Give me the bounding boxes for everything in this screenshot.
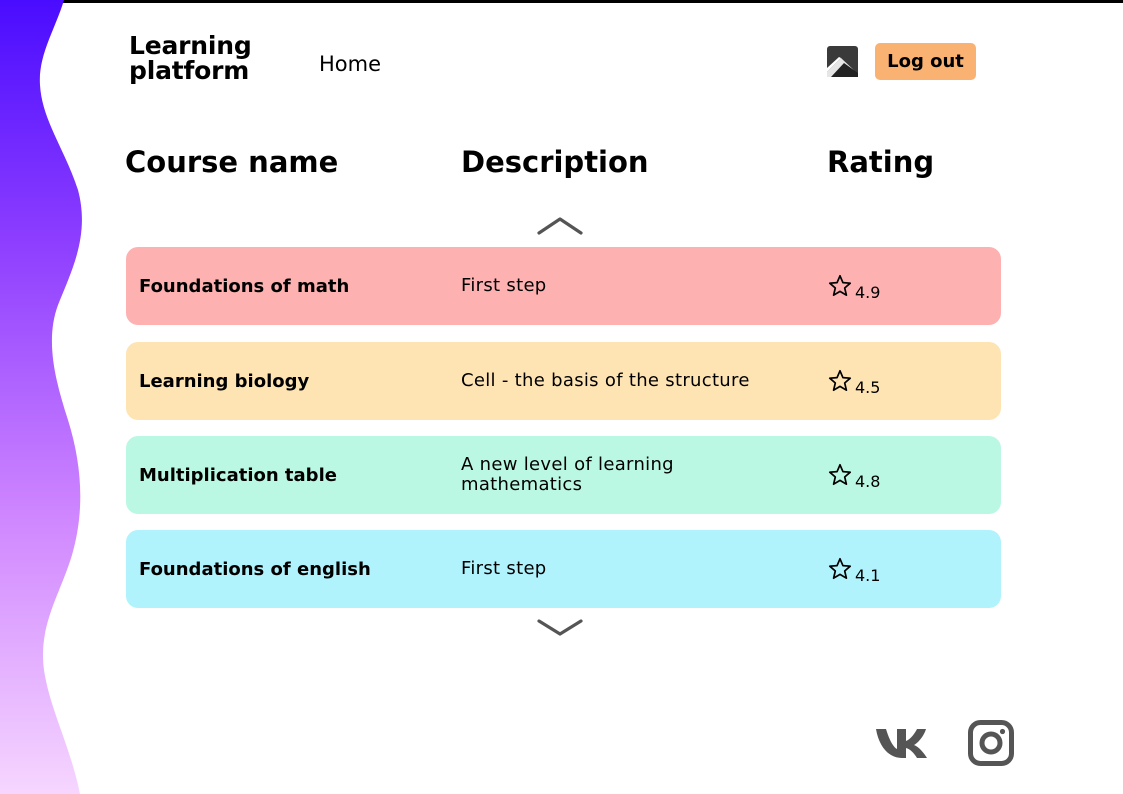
course-rating: 4.1 <box>828 556 881 585</box>
nav-home-link[interactable]: Home <box>319 52 381 76</box>
vk-icon[interactable] <box>874 727 928 760</box>
course-rating: 4.8 <box>828 462 881 491</box>
course-description: A new level of learning mathematics <box>461 454 674 495</box>
rating-value: 4.5 <box>855 378 881 397</box>
course-name: Foundations of english <box>139 558 371 580</box>
rating-value: 4.9 <box>855 283 881 302</box>
course-row[interactable]: Multiplication table A new level of lear… <box>126 436 1001 514</box>
course-rating: 4.9 <box>828 273 881 302</box>
column-header-description: Description <box>461 145 649 179</box>
column-header-course-name: Course name <box>125 145 339 179</box>
course-row[interactable]: Learning biology Cell - the basis of the… <box>126 342 1001 420</box>
course-description: First step <box>461 558 547 579</box>
course-row[interactable]: Foundations of english First step 4.1 <box>126 530 1001 608</box>
top-border <box>0 0 1123 3</box>
star-outline-icon[interactable] <box>828 368 852 394</box>
course-description: Cell - the basis of the structure <box>461 370 750 391</box>
rating-value: 4.1 <box>855 566 881 585</box>
logo-line-2: platform <box>129 56 250 85</box>
rating-value: 4.8 <box>855 472 881 491</box>
instagram-icon[interactable] <box>967 719 1015 767</box>
chevron-down-icon[interactable] <box>536 617 584 639</box>
course-row[interactable]: Foundations of math First step 4.9 <box>126 247 1001 325</box>
star-outline-icon[interactable] <box>828 556 852 582</box>
star-outline-icon[interactable] <box>828 462 852 488</box>
chevron-up-icon[interactable] <box>536 214 584 236</box>
course-name: Learning biology <box>139 370 310 392</box>
logo-line-1: Learning <box>129 31 252 60</box>
decorative-side-wave <box>0 0 82 794</box>
logout-button[interactable]: Log out <box>875 43 976 80</box>
course-rating: 4.5 <box>828 368 881 397</box>
course-description: First step <box>461 275 547 296</box>
image-avatar-icon[interactable] <box>827 46 858 77</box>
column-header-rating: Rating <box>827 145 935 179</box>
app-logo[interactable]: Learning platform <box>129 33 252 83</box>
course-name: Foundations of math <box>139 275 350 297</box>
star-outline-icon[interactable] <box>828 273 852 299</box>
course-name: Multiplication table <box>139 464 337 486</box>
